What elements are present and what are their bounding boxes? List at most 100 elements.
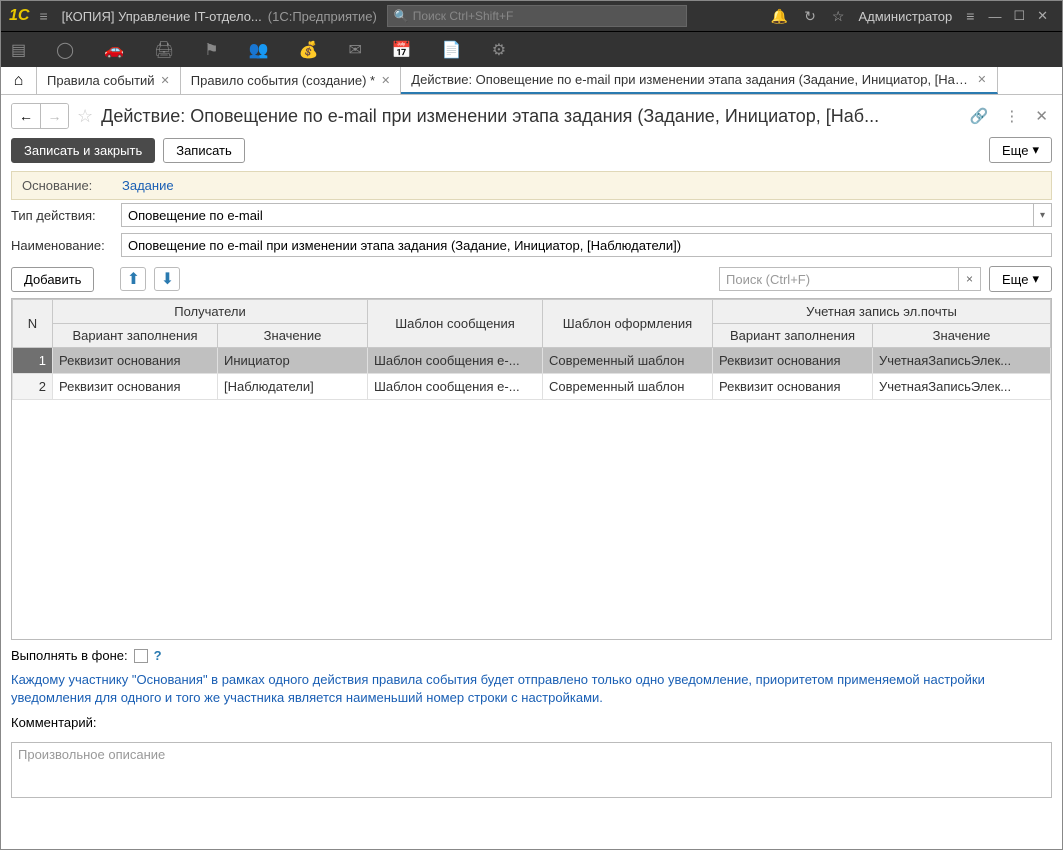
col-tmpl-msg[interactable]: Шаблон сообщения [368, 300, 543, 348]
cell-n: 2 [13, 374, 53, 400]
cell-value: [Наблюдатели] [218, 374, 368, 400]
tab-label: Правила событий [47, 73, 155, 88]
tab-rules[interactable]: Правила событий ✕ [37, 67, 181, 94]
tab-home[interactable]: ⌂ [1, 67, 37, 94]
nav-buttons: ← → [11, 103, 69, 129]
bell-icon[interactable]: 🔔 [771, 8, 788, 25]
toolbar-users-icon[interactable]: 👥 [249, 40, 269, 60]
cell-tmpl-msg: Шаблон сообщения e-... [368, 348, 543, 374]
name-field[interactable] [121, 233, 1052, 257]
app-logo: 1C [9, 7, 29, 25]
comment-textarea[interactable] [11, 742, 1052, 798]
table-row[interactable]: 2 Реквизит основания [Наблюдатели] Шабло… [13, 374, 1051, 400]
settings-icon[interactable]: ≡ [966, 8, 974, 24]
toolbar-mail-icon[interactable]: ✉ [348, 40, 361, 60]
toolbar-gear-icon[interactable]: ⚙ [492, 40, 506, 60]
more-button[interactable]: Еще ▾ [989, 137, 1052, 163]
basis-label: Основание: [22, 178, 122, 193]
close-icon[interactable]: ✕ [1035, 107, 1048, 125]
action-type-field[interactable]: ▾ [121, 203, 1052, 227]
menu-icon[interactable]: ≡ [39, 8, 47, 24]
save-close-button[interactable]: Записать и закрыть [11, 138, 155, 163]
col-tmpl-design[interactable]: Шаблон оформления [543, 300, 713, 348]
help-icon[interactable]: ? [154, 648, 162, 663]
window-maximize-icon[interactable]: ☐ [1013, 8, 1025, 24]
col-n[interactable]: N [13, 300, 53, 348]
clear-search-button[interactable]: × [959, 267, 981, 291]
cell-variant: Реквизит основания [53, 374, 218, 400]
close-icon[interactable]: ✕ [161, 74, 170, 87]
search-icon: 🔍 [394, 9, 409, 23]
col-value[interactable]: Значение [218, 324, 368, 348]
arrow-up-icon: ⬆ [127, 269, 140, 289]
cell-acct-value: УчетнаяЗаписьЭлек... [873, 348, 1051, 374]
cell-tmpl-msg: Шаблон сообщения e-... [368, 374, 543, 400]
action-type-input[interactable] [122, 208, 1033, 223]
app-title: [КОПИЯ] Управление IT-отдело... [62, 9, 262, 24]
comment-box [11, 742, 1052, 803]
name-row: Наименование: [1, 230, 1062, 260]
action-type-label: Тип действия: [11, 208, 121, 223]
list-search-input[interactable] [720, 272, 958, 287]
action-type-row: Тип действия: ▾ [1, 200, 1062, 230]
tab-label: Действие: Оповещение по e-mail при измен… [411, 72, 971, 87]
toolbar-car-icon[interactable]: 🚗 [104, 40, 124, 60]
toolbar-print-icon[interactable]: 🖨 [154, 40, 174, 60]
col-acct-value[interactable]: Значение [873, 324, 1051, 348]
nav-back-button[interactable]: ← [12, 104, 40, 128]
save-button[interactable]: Записать [163, 138, 245, 163]
tab-label: Правило события (создание) * [191, 73, 375, 88]
list-command-bar: Добавить ⬆ ⬇ × Еще ▾ [1, 260, 1062, 298]
col-acct-variant[interactable]: Вариант заполнения [713, 324, 873, 348]
toolbar-docs-icon[interactable]: 📄 [442, 40, 462, 60]
toolbar-menu-icon[interactable]: ▤ [11, 40, 26, 60]
background-checkbox[interactable] [134, 649, 148, 663]
list-more-button[interactable]: Еще ▾ [989, 266, 1052, 292]
nav-forward-button[interactable]: → [40, 104, 68, 128]
table-row[interactable]: 1 Реквизит основания Инициатор Шаблон со… [13, 348, 1051, 374]
tab-rule-create[interactable]: Правило события (создание) * ✕ [181, 67, 402, 94]
basis-link[interactable]: Задание [122, 178, 174, 193]
col-account[interactable]: Учетная запись эл.почты [713, 300, 1051, 324]
toolbar-calendar-icon[interactable]: 📅 [392, 40, 412, 60]
cell-acct-variant: Реквизит основания [713, 374, 873, 400]
hint-text: Каждому участнику "Основания" в рамках о… [1, 671, 1062, 707]
history-icon[interactable]: ↻ [804, 8, 816, 25]
page-header: ← → ☆ Действие: Оповещение по e-mail при… [1, 95, 1062, 137]
recipients-table: N Получатели Шаблон сообщения Шаблон офо… [11, 298, 1052, 640]
chevron-down-icon: ▾ [1032, 271, 1039, 287]
dropdown-icon[interactable]: ▾ [1033, 204, 1051, 226]
global-search-placeholder: Поиск Ctrl+Shift+F [413, 9, 514, 23]
add-button[interactable]: Добавить [11, 267, 94, 292]
close-icon[interactable]: ✕ [381, 74, 390, 87]
link-icon[interactable]: 🔗 [970, 107, 989, 125]
name-label: Наименование: [11, 238, 121, 253]
kebab-icon[interactable]: ⋮ [1004, 107, 1019, 125]
platform-label: (1С:Предприятие) [268, 9, 377, 24]
move-up-button[interactable]: ⬆ [120, 267, 146, 291]
window-minimize-icon[interactable]: — [988, 9, 1001, 24]
list-search[interactable] [719, 267, 959, 291]
cell-value: Инициатор [218, 348, 368, 374]
page-title: Действие: Оповещение по e-mail при измен… [101, 106, 958, 127]
toolbar-lifebuoy-icon[interactable]: ◯ [56, 40, 74, 60]
user-label[interactable]: Администратор [858, 9, 952, 24]
star-icon[interactable]: ☆ [832, 8, 845, 25]
section-toolbar: ▤ ◯ 🚗 🖨 ⚑ 👥 💰 ✉ 📅 📄 ⚙ [1, 31, 1062, 67]
close-icon[interactable]: ✕ [977, 73, 986, 86]
name-input[interactable] [122, 238, 1051, 253]
tab-action[interactable]: Действие: Оповещение по e-mail при измен… [401, 67, 997, 94]
favorite-icon[interactable]: ☆ [77, 106, 93, 127]
col-recipients[interactable]: Получатели [53, 300, 368, 324]
cell-variant: Реквизит основания [53, 348, 218, 374]
home-icon: ⌂ [14, 72, 24, 90]
move-down-button[interactable]: ⬇ [154, 267, 180, 291]
cell-acct-variant: Реквизит основания [713, 348, 873, 374]
chevron-down-icon: ▾ [1032, 142, 1039, 158]
window-close-icon[interactable]: ✕ [1037, 8, 1048, 24]
comment-label-row: Комментарий: [1, 707, 1062, 738]
toolbar-bag-icon[interactable]: 💰 [299, 40, 319, 60]
global-search-input[interactable]: 🔍 Поиск Ctrl+Shift+F [387, 5, 687, 27]
col-variant[interactable]: Вариант заполнения [53, 324, 218, 348]
toolbar-flag-icon[interactable]: ⚑ [204, 40, 218, 60]
